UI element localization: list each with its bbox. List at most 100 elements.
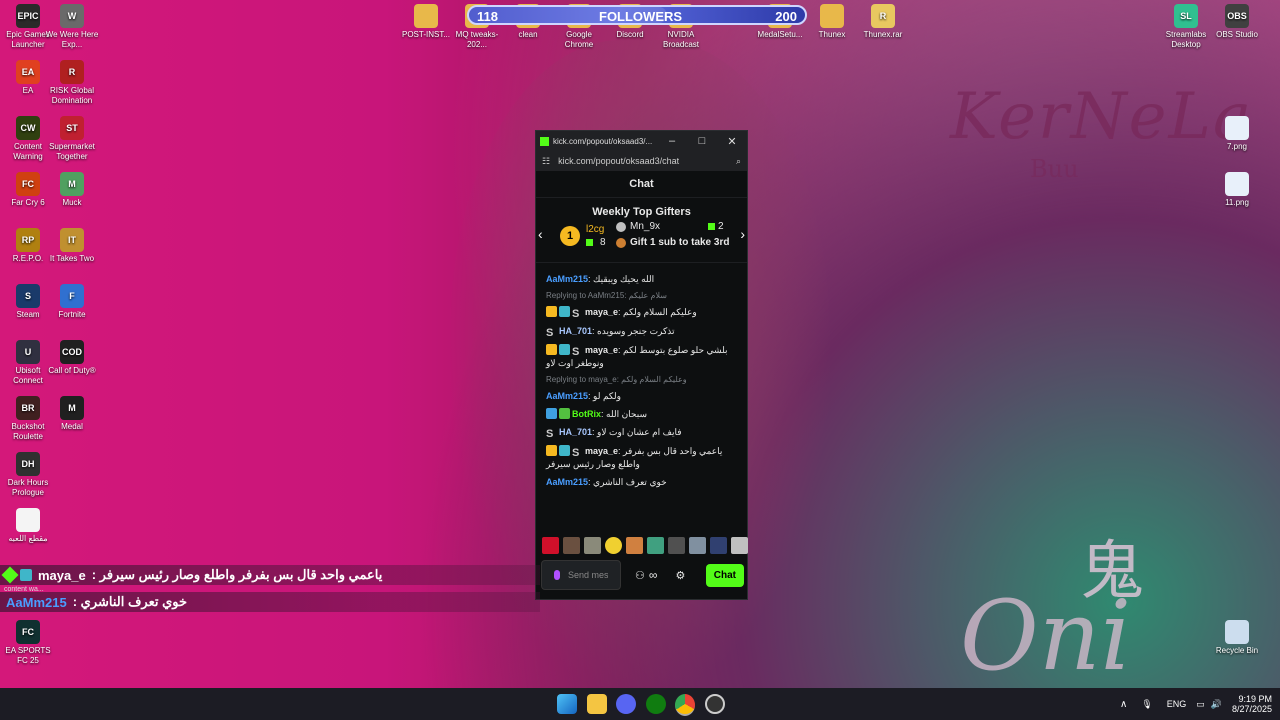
emote[interactable] bbox=[542, 537, 559, 554]
reply-context: Replying to AaMm215: سلام عليكم bbox=[546, 291, 667, 300]
desktop-icon[interactable]: OBS OBS Studio bbox=[1209, 4, 1265, 40]
emote[interactable] bbox=[605, 537, 622, 554]
overlay-badge-icon bbox=[20, 569, 32, 581]
chat-username[interactable]: maya_e bbox=[585, 307, 618, 317]
minimize-button[interactable]: – bbox=[657, 135, 687, 147]
window-titlebar[interactable]: kick.com/popout/oksaad3/... – □ ✕ bbox=[536, 131, 747, 151]
chat-username[interactable]: BotRix bbox=[572, 409, 601, 419]
desktop-icon[interactable]: R Thunex.rar bbox=[855, 4, 911, 40]
discord-icon[interactable] bbox=[616, 694, 636, 714]
desktop-icon[interactable]: 11.png bbox=[1209, 172, 1265, 208]
emote[interactable] bbox=[689, 537, 706, 554]
emote[interactable] bbox=[584, 537, 601, 554]
emote[interactable] bbox=[668, 537, 685, 554]
desktop-icon[interactable]: DH Dark Hours Prologue bbox=[0, 452, 56, 498]
desktop-icon[interactable]: ST Supermarket Together bbox=[44, 116, 100, 162]
chat-message[interactable]: AaMm215: الله يحيك ويبقيك bbox=[546, 273, 737, 285]
chat-username[interactable]: AaMm215 bbox=[546, 477, 588, 487]
url-text[interactable]: kick.com/popout/oksaad3/chat bbox=[550, 156, 736, 166]
desktop-icon[interactable]: POST-INST... bbox=[398, 4, 454, 40]
subscriber-badge-icon: S bbox=[546, 327, 554, 339]
app-icon: RP bbox=[16, 228, 40, 252]
chat-message[interactable]: S HA_701: فايف ام عشان اوت لاو bbox=[546, 426, 737, 440]
clock[interactable]: 9:19 PM 8/27/2025 bbox=[1232, 694, 1272, 714]
desktop-icon[interactable]: W We Were Here Exp... bbox=[44, 4, 100, 50]
desktop-icon[interactable]: Recycle Bin bbox=[1209, 620, 1265, 656]
emote[interactable] bbox=[563, 537, 580, 554]
site-info-icon[interactable]: ☷ bbox=[542, 156, 550, 167]
desktop-icon-label: RISK Global Domination bbox=[49, 86, 95, 105]
close-button[interactable]: ✕ bbox=[717, 135, 747, 148]
maximize-button[interactable]: □ bbox=[687, 135, 717, 147]
chat-input[interactable]: Send message... bbox=[541, 560, 621, 590]
volume-icon[interactable]: 🔊 bbox=[1211, 699, 1222, 710]
wallpaper-oni: Oni bbox=[960, 580, 1132, 692]
emote[interactable] bbox=[647, 537, 664, 554]
app-icon bbox=[414, 4, 438, 28]
desktop-icon[interactable]: R RISK Global Domination bbox=[44, 60, 100, 106]
infinity-icon[interactable]: ∞ bbox=[649, 568, 658, 582]
send-chat-button[interactable]: Chat bbox=[705, 563, 744, 587]
chat-message[interactable]: S HA_701: تذكرت جنجر وسويده bbox=[546, 325, 737, 339]
settings-icon[interactable]: ⚙ bbox=[675, 569, 685, 582]
app-icon: FC bbox=[16, 172, 40, 196]
chat-text: الله يحيك ويبقيك bbox=[593, 274, 655, 284]
chat-message[interactable]: Smaya_e: وعليكم السلام ولكم bbox=[546, 306, 737, 320]
chat-message[interactable]: AaMm215: ولكم لو bbox=[546, 390, 737, 402]
start-icon[interactable] bbox=[557, 694, 577, 714]
language-indicator[interactable]: ENG bbox=[1167, 699, 1187, 709]
chrome-icon[interactable] bbox=[675, 694, 695, 716]
app-icon: FC bbox=[16, 620, 40, 644]
desktop-icon[interactable]: مقطع اللعبه bbox=[0, 508, 56, 544]
desktop-icon[interactable]: M Muck bbox=[44, 172, 100, 208]
chat-username[interactable]: maya_e bbox=[585, 446, 618, 456]
desktop-icon[interactable]: F Fortnite bbox=[44, 284, 100, 320]
desktop-icon-label: MedalSetu... bbox=[757, 30, 803, 39]
desktop-icon[interactable]: IT It Takes Two bbox=[44, 228, 100, 264]
desktop-icon[interactable]: COD Call of Duty® bbox=[44, 340, 100, 376]
mic-tray-icon[interactable]: 🎙 bbox=[1141, 699, 1152, 710]
obs-taskbar-icon[interactable] bbox=[705, 694, 725, 714]
chat-username[interactable]: AaMm215 bbox=[546, 391, 588, 401]
emote[interactable] bbox=[731, 537, 748, 554]
desktop-icon[interactable]: 7.png bbox=[1209, 116, 1265, 152]
chat-message[interactable]: Smaya_e: ياعمي واحد قال بس بفرفر واطلع و… bbox=[546, 445, 737, 470]
desktop-icon[interactable]: Thunex bbox=[804, 4, 860, 40]
tray-expand-icon[interactable]: ∧ bbox=[1120, 699, 1127, 710]
network-icon[interactable]: ▭ bbox=[1196, 699, 1205, 710]
zoom-icon[interactable]: ⌕ bbox=[736, 156, 741, 167]
chat-username[interactable]: HA_701 bbox=[559, 427, 592, 437]
address-bar[interactable]: ☷ kick.com/popout/oksaad3/chat ⌕ bbox=[536, 151, 747, 171]
xbox-icon[interactable] bbox=[646, 694, 666, 714]
subscriber-badge-icon: S bbox=[572, 346, 580, 358]
wallpaper-brand-sub: Buu bbox=[1030, 155, 1079, 183]
chat-message[interactable]: BotRix: سبحان الله bbox=[546, 408, 737, 420]
chat-username[interactable]: maya_e bbox=[585, 345, 618, 355]
app-icon: S bbox=[16, 284, 40, 308]
top-gifters: ‹ 1 l2cg 8 Mn_9x 2 Gift 1 sub to take 3r… bbox=[536, 218, 747, 262]
file-explorer-icon[interactable] bbox=[587, 694, 607, 714]
gifters-prev-icon[interactable]: ‹ bbox=[538, 226, 543, 242]
mic-icon[interactable] bbox=[554, 570, 560, 580]
window-title: kick.com/popout/oksaad3/... bbox=[553, 136, 653, 146]
desktop-icon-label: OBS Studio bbox=[1216, 30, 1258, 39]
chat-username[interactable]: HA_701 bbox=[559, 326, 592, 336]
badge-icon bbox=[559, 445, 570, 456]
gifters-next-icon[interactable]: › bbox=[740, 226, 745, 242]
emote[interactable] bbox=[710, 537, 727, 554]
chat-messages: AaMm215: الله يحيك ويبقيك Replying to AaM… bbox=[536, 273, 747, 488]
chat-username[interactable]: AaMm215 bbox=[546, 274, 588, 284]
emote-picker-icon[interactable]: ⚇ bbox=[635, 569, 645, 582]
desktop-icon-label: Thunex bbox=[818, 30, 846, 39]
desktop-icon[interactable]: M Medal bbox=[44, 396, 100, 432]
app-icon: EA bbox=[16, 60, 40, 84]
reply-context: Replying to maya_e: وعليكم السلام ولكم bbox=[546, 375, 687, 384]
chat-message[interactable]: AaMm215: خوي تعرف الناشري bbox=[546, 476, 737, 488]
chat-text: سبحان الله bbox=[606, 409, 647, 419]
desktop-icon-label: مقطع اللعبه bbox=[8, 534, 48, 543]
desktop-icon[interactable]: FC EA SPORTS FC 25 bbox=[0, 620, 56, 666]
emote[interactable] bbox=[626, 537, 643, 554]
desktop-icon[interactable]: SL Streamlabs Desktop bbox=[1158, 4, 1214, 50]
chat-message[interactable]: Smaya_e: بلشي حلو صلوع بتوسط لكم ونوطغر … bbox=[546, 344, 737, 369]
collapse-gifters-icon[interactable] bbox=[536, 262, 747, 267]
